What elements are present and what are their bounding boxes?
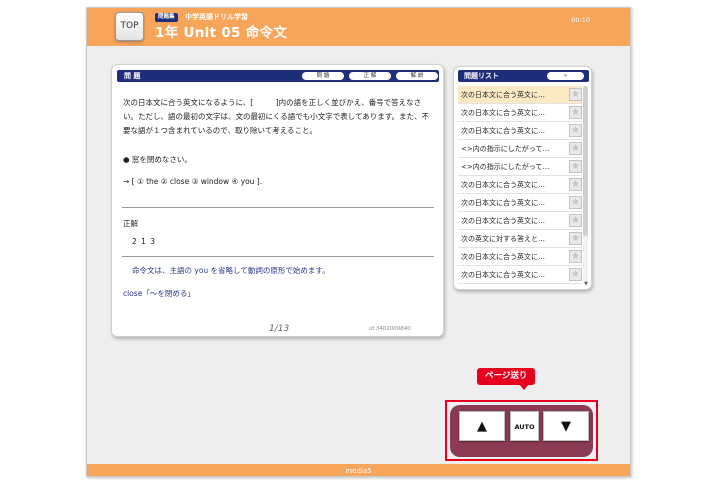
workbook-badge: 問題集 — [155, 13, 178, 22]
header-bar: TOP 問題集 中学英語ドリル学習 1年 Unit 05 命令文 00:10 — [87, 8, 630, 46]
star-icon[interactable]: ★ — [569, 160, 582, 173]
page-title: 1年 Unit 05 命令文 — [155, 25, 288, 41]
question-list-label: 問題リスト — [464, 72, 499, 80]
list-item-label: 次の日本文に合う英文に… — [461, 253, 545, 261]
list-item-label: 次の日本文に合う英文に… — [461, 199, 545, 207]
list-item[interactable]: 次の日本文に合う英文に… ★ — [458, 212, 582, 230]
footer-brand: media5 — [345, 467, 372, 475]
list-item-label: 次の日本文に合う英文に… — [461, 181, 545, 189]
next-page-button[interactable]: ▼ — [543, 411, 589, 441]
star-icon[interactable]: ★ — [569, 178, 582, 191]
list-item-label: 次の日本文に合う英文に… — [461, 127, 545, 135]
question-list-header: 問題リスト » — [458, 70, 589, 82]
question-panel: 問 題 問 題 正 解 解 説 次の日本文に合う英文になるように、[ ]内の語を… — [111, 64, 444, 337]
list-item[interactable]: 次の日本文に合う英文に… ★ — [458, 104, 582, 122]
list-scrollbar[interactable] — [583, 86, 588, 284]
star-icon[interactable]: ★ — [569, 214, 582, 227]
list-item[interactable]: 次の日本文に合う英文に… ★ — [458, 122, 582, 140]
list-toggle-button[interactable]: » — [547, 72, 584, 80]
list-item[interactable]: <>内の指示にしたがって… ★ — [458, 158, 582, 176]
footer-bar: media5 — [87, 464, 630, 476]
list-item[interactable]: 次の日本文に合う英文に… ★ — [458, 86, 582, 104]
explanation-text: 命令文は、主語の you を省略して動詞の原形で始めます。 — [132, 266, 330, 275]
answer-label: 正解 — [123, 219, 138, 228]
star-icon[interactable]: ★ — [569, 124, 582, 137]
list-item-label: 次の日本文に合う英文に… — [461, 91, 545, 99]
list-item-label: 次の日本文に合う英文に… — [461, 271, 545, 279]
page-navigation: ▲ AUTO ▼ — [450, 405, 593, 457]
divider — [122, 207, 434, 208]
question-choices: → [ ① the ② close ③ window ④ you ]. — [123, 177, 263, 186]
star-icon[interactable]: ★ — [569, 142, 582, 155]
question-panel-label: 問 題 — [124, 72, 141, 80]
question-instruction: 次の日本文に合う英文になるように、[ ]内の語を正しく並びかえ、番号で答えなさい… — [123, 98, 429, 135]
app-window: TOP 問題集 中学英語ドリル学習 1年 Unit 05 命令文 00:10 問… — [86, 7, 631, 477]
tab-explanation[interactable]: 解 説 — [396, 72, 438, 80]
question-id: id.3402000840 — [369, 326, 411, 332]
page-indicator: 1/13 — [269, 324, 290, 334]
question-header: 問 題 問 題 正 解 解 説 — [117, 70, 439, 82]
timer: 00:10 — [571, 16, 590, 24]
list-item[interactable]: <>内の指示にしたがって… ★ — [458, 140, 582, 158]
star-icon[interactable]: ★ — [569, 88, 582, 101]
star-icon[interactable]: ★ — [569, 106, 582, 119]
tab-answer[interactable]: 正 解 — [349, 72, 391, 80]
tab-question[interactable]: 問 題 — [302, 72, 344, 80]
list-item[interactable]: 次の英文に対する答えと… ★ — [458, 230, 582, 248]
answer-value: 2 1 3 — [132, 237, 157, 246]
divider — [122, 256, 434, 257]
scroll-down-icon[interactable]: ▼ — [584, 281, 588, 287]
auto-button[interactable]: AUTO — [510, 411, 539, 441]
scrollbar-thumb[interactable] — [583, 86, 588, 236]
star-icon[interactable]: ★ — [569, 268, 582, 281]
star-icon[interactable]: ★ — [569, 196, 582, 209]
question-prompt: ● 窓を閉めなさい。 — [123, 155, 192, 164]
list-item-label: <>内の指示にしたがって… — [461, 163, 550, 171]
list-item-label: 次の日本文に合う英文に… — [461, 217, 545, 225]
top-button[interactable]: TOP — [115, 12, 144, 41]
callout-pointer — [519, 384, 529, 390]
list-item-label: 次の日本文に合う英文に… — [461, 109, 545, 117]
explanation-note: close「〜を閉める」 — [123, 289, 195, 298]
list-item[interactable]: 次の日本文に合う英文に… ★ — [458, 248, 582, 266]
star-icon[interactable]: ★ — [569, 250, 582, 263]
question-list: 次の日本文に合う英文に… ★ 次の日本文に合う英文に… ★ 次の日本文に合う英文に…… — [458, 86, 582, 284]
list-item-label: 次の英文に対する答えと… — [461, 235, 545, 243]
star-icon[interactable]: ★ — [569, 232, 582, 245]
subject-label: 中学英語ドリル学習 — [185, 13, 248, 21]
list-item[interactable]: 次の日本文に合う英文に… ★ — [458, 176, 582, 194]
list-item[interactable]: 次の日本文に合う英文に… ★ — [458, 194, 582, 212]
list-item[interactable]: 次の日本文に合う英文に… ★ — [458, 266, 582, 284]
question-list-panel: 問題リスト » 次の日本文に合う英文に… ★ 次の日本文に合う英文に… ★ 次の日本… — [453, 66, 592, 290]
list-item-label: <>内の指示にしたがって… — [461, 145, 550, 153]
page-navigation-callout: ページ送り — [477, 368, 536, 385]
previous-page-button[interactable]: ▲ — [459, 411, 505, 441]
